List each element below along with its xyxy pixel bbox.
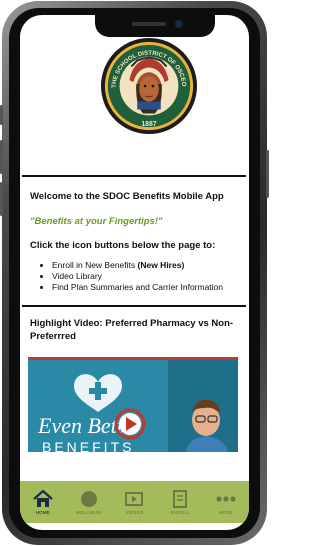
tab-enroll[interactable]: ENROLL xyxy=(157,481,203,523)
tagline: "Benefits at your Fingertips!" xyxy=(30,216,163,227)
wellness-icon xyxy=(80,490,97,507)
tab-home[interactable]: HOME xyxy=(20,481,66,523)
volume-up-button xyxy=(0,140,3,174)
divider xyxy=(22,305,246,307)
video-overlay-text-2: BENEFITS xyxy=(42,439,134,452)
logo-area: THE SCHOOL DISTRICT OF OSCEOLA COUNTY, F… xyxy=(30,15,238,175)
divider xyxy=(22,175,246,177)
video-icon xyxy=(125,491,144,506)
app-screen: THE SCHOOL DISTRICT OF OSCEOLA COUNTY, F… xyxy=(20,15,249,530)
tab-more-label: MORE xyxy=(218,509,234,515)
bottom-tab-bar: HOME WELLNESS VIDEOS ENROLL MORE xyxy=(20,481,249,523)
list-item: Video Library xyxy=(52,271,238,282)
power-button xyxy=(266,150,269,198)
more-icon xyxy=(216,495,236,502)
highlight-video[interactable]: Even Better BENEFITS xyxy=(28,357,238,452)
tab-wellness-label: WELLNESS xyxy=(75,509,102,515)
tab-wellness[interactable]: WELLNESS xyxy=(66,481,112,523)
list-item: Find Plan Summaries and Carrier Informat… xyxy=(52,282,238,293)
volume-down-button xyxy=(0,182,3,216)
district-seal-logo: THE SCHOOL DISTRICT OF OSCEOLA COUNTY, F… xyxy=(100,37,198,135)
welcome-heading: Welcome to the SDOC Benefits Mobile App xyxy=(30,191,224,202)
video-title: Highlight Video: Preferred Pharmacy vs N… xyxy=(30,318,234,342)
tab-enroll-label: ENROLL xyxy=(170,509,190,515)
tab-home-label: HOME xyxy=(35,509,51,515)
tab-videos[interactable]: VIDEOS xyxy=(112,481,158,523)
intro-text: Click the icon buttons below the page to… xyxy=(30,240,216,251)
home-icon xyxy=(33,489,53,507)
tab-videos-label: VIDEOS xyxy=(125,509,144,515)
video-thumbnail: Even Better BENEFITS xyxy=(28,360,238,452)
page-content: THE SCHOOL DISTRICT OF OSCEOLA COUNTY, F… xyxy=(22,15,246,452)
document-icon xyxy=(173,489,188,508)
mute-switch xyxy=(0,105,3,125)
seal-year: 1887 xyxy=(141,121,156,128)
feature-list: Enroll in New Benefits (New Hires) Video… xyxy=(30,260,238,293)
list-item: Enroll in New Benefits (New Hires) xyxy=(52,260,238,271)
tab-more[interactable]: MORE xyxy=(203,481,249,523)
